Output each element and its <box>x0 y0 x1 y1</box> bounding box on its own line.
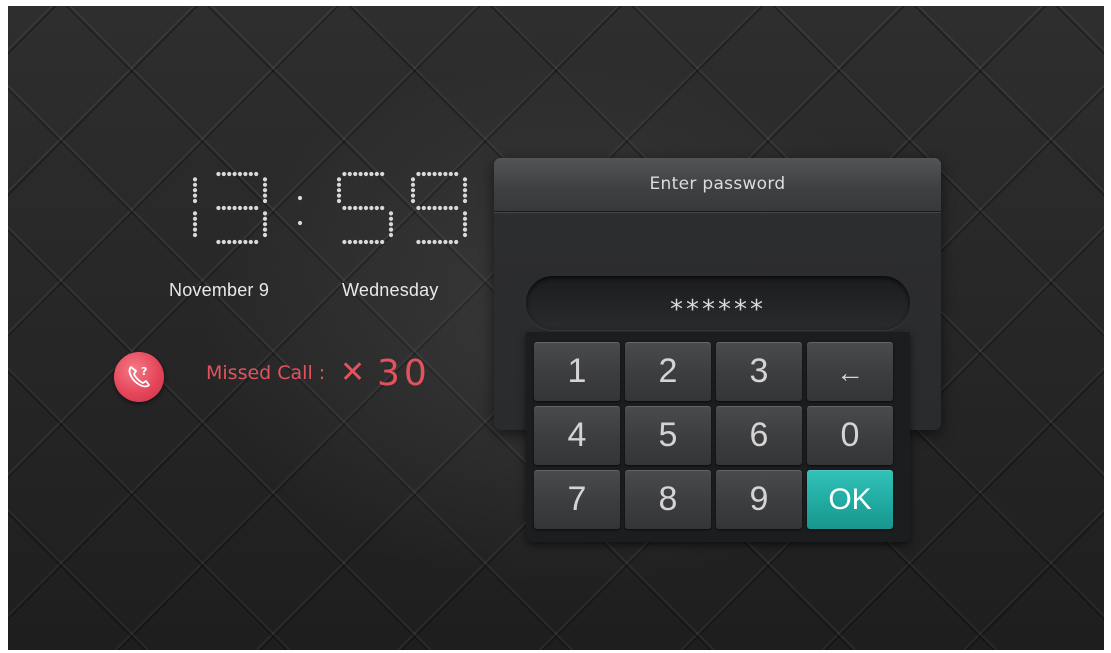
key-6-label: 6 <box>749 416 769 454</box>
key-4-label: 4 <box>567 416 587 454</box>
missed-call-count: 30 <box>377 353 431 394</box>
key-7[interactable]: 7 <box>534 470 620 529</box>
svg-text:?: ? <box>141 365 147 378</box>
ok-button-label: OK <box>828 483 872 516</box>
key-4[interactable]: 4 <box>534 406 620 465</box>
password-masked-value: ****** <box>670 295 766 325</box>
key-5-label: 5 <box>658 416 678 454</box>
key-0-label: 0 <box>840 416 860 454</box>
key-6[interactable]: 6 <box>716 406 802 465</box>
dialog-header: Enter password <box>494 158 941 212</box>
key-2-label: 2 <box>658 352 678 390</box>
missed-call-multiplier: ✕ <box>340 355 366 390</box>
key-5[interactable]: 5 <box>625 406 711 465</box>
key-9-label: 9 <box>749 480 769 518</box>
key-9[interactable]: 9 <box>716 470 802 529</box>
password-input[interactable]: ****** <box>526 276 910 330</box>
phone-question-icon: ? <box>128 365 150 388</box>
date-weekday: Wednesday <box>342 280 439 300</box>
key-7-label: 7 <box>567 480 587 518</box>
dialog-title: Enter password <box>649 174 786 194</box>
numeric-keypad: 1 2 3 ← 4 5 6 0 7 8 9 OK <box>526 332 910 542</box>
clock-display <box>140 171 475 251</box>
key-3-label: 3 <box>749 352 769 390</box>
key-8[interactable]: 8 <box>625 470 711 529</box>
key-3[interactable]: 3 <box>716 342 802 401</box>
ok-button[interactable]: OK <box>807 470 893 529</box>
missed-call-phone-icon[interactable]: ? <box>114 352 164 402</box>
key-0[interactable]: 0 <box>807 406 893 465</box>
backspace-arrow-icon: ← <box>836 357 864 388</box>
clock-dot-matrix <box>192 171 468 245</box>
key-8-label: 8 <box>658 480 678 518</box>
lock-screen: November 9 Wednesday ? Missed Call : ✕ 3… <box>8 6 1104 650</box>
date-day: November 9 <box>169 280 270 300</box>
key-1-label: 1 <box>567 352 587 390</box>
key-2[interactable]: 2 <box>625 342 711 401</box>
backspace-button[interactable]: ← <box>807 342 893 401</box>
key-1[interactable]: 1 <box>534 342 620 401</box>
missed-call-label: Missed Call : <box>206 362 326 384</box>
